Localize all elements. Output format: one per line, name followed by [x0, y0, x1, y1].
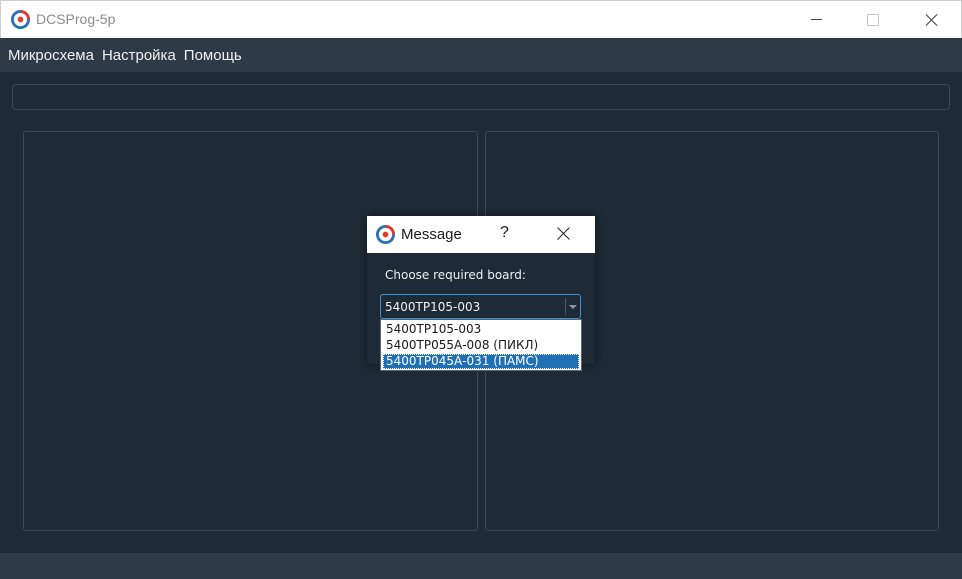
- minimize-button[interactable]: [788, 1, 846, 39]
- board-select[interactable]: 5400ТР105-003: [380, 294, 581, 319]
- menu-help[interactable]: Помощь: [180, 47, 246, 64]
- menu-microchip[interactable]: Микросхема: [4, 47, 98, 64]
- menubar: Микросхема Настройка Помощь: [0, 38, 962, 72]
- status-bar: [0, 553, 962, 579]
- chevron-down-icon[interactable]: [569, 305, 577, 309]
- close-window-button[interactable]: [903, 1, 961, 39]
- help-button[interactable]: ?: [500, 224, 509, 242]
- window-titlebar[interactable]: DCSProg-5p: [0, 0, 962, 38]
- menu-settings[interactable]: Настройка: [98, 47, 180, 64]
- dialog-close-button[interactable]: [551, 222, 575, 246]
- maximize-button[interactable]: [844, 1, 902, 39]
- board-dropdown-list: 5400ТР105-003 5400ТР055А-008 (ПИКЛ) 5400…: [380, 319, 582, 371]
- board-select-value: 5400ТР105-003: [385, 300, 481, 314]
- dialog-title: Message: [401, 226, 462, 243]
- board-option[interactable]: 5400ТР105-003: [383, 322, 579, 337]
- board-option[interactable]: 5400ТР055А-008 (ПИКЛ): [383, 338, 579, 353]
- dialog-titlebar[interactable]: Message ?: [367, 216, 595, 253]
- window-title: DCSProg-5p: [36, 11, 116, 27]
- dcsprog-logo-icon: [11, 10, 30, 29]
- info-field: [12, 84, 950, 110]
- dcsprog-logo-icon: [376, 225, 395, 244]
- board-option-highlighted[interactable]: 5400ТР045А-031 (ПАМС): [383, 354, 579, 369]
- combo-separator: [565, 298, 566, 315]
- dialog-prompt: Choose required board:: [385, 268, 526, 282]
